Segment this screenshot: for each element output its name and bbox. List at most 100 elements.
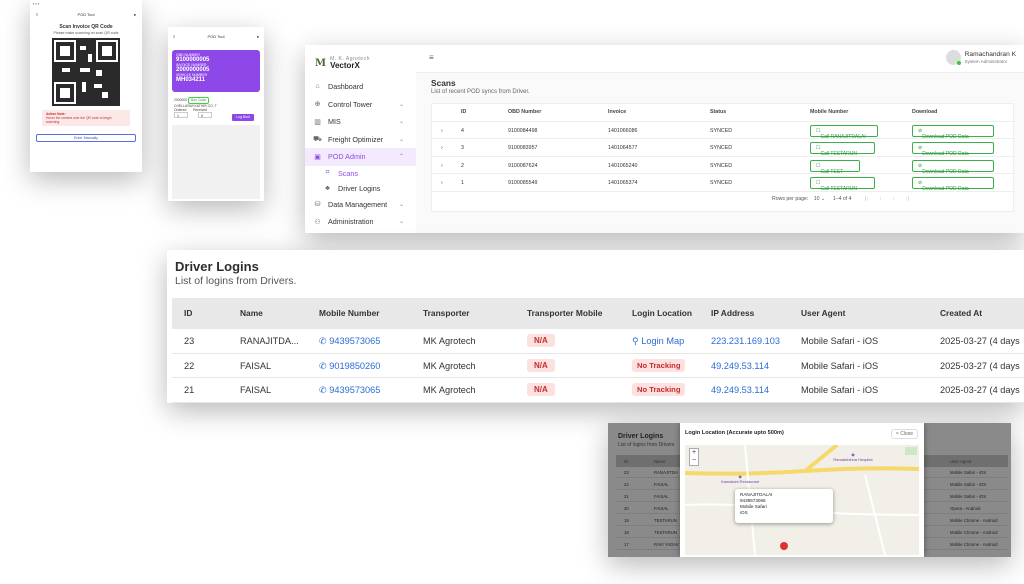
status-bar: ▪ ▪ ▪ <box>33 1 40 6</box>
poi-label: Kamakshi Restaurant <box>721 478 760 484</box>
sidebar-item-administration[interactable]: ⚇ Administration ⌄ <box>305 213 416 231</box>
cell-ip[interactable]: 49.249.53.114 <box>711 385 769 395</box>
sidebar-item-control-tower[interactable]: ⊕ Control Tower ⌄ <box>305 96 416 114</box>
sidebar-item-data-management[interactable]: ⛁ Data Management ⌄ <box>305 196 416 214</box>
call-button[interactable]: ☐ Call TEST <box>810 159 860 175</box>
menu-icon[interactable]: ≡ <box>173 34 175 39</box>
cell-ip[interactable]: 223.231.169.103 <box>711 336 780 346</box>
cell-transporter: MK Agrotech <box>423 360 476 371</box>
cell-agent: Mobile Safari - iOS <box>950 482 987 487</box>
phone-link[interactable]: ✆ 9439573065 <box>319 385 380 396</box>
expand-chevron-icon[interactable]: › <box>441 163 443 169</box>
cell-name: FAISAL <box>240 385 272 395</box>
location-pin-icon[interactable] <box>780 542 788 550</box>
column-header: Transporter <box>423 308 470 318</box>
table-row[interactable]: 21 FAISAL ✆ 9439573065 MK Agrotech N/A N… <box>172 378 1024 403</box>
menu-icon[interactable]: ≡ <box>36 12 38 17</box>
chevron-down-icon: ⌄ <box>398 119 404 126</box>
phone-link[interactable]: ✆ 9439573065 <box>319 336 380 347</box>
download-button[interactable]: ⊘ Download POD Data <box>912 124 994 140</box>
sidebar-item-pod-admin[interactable]: ▣ POD Admin ⌃ <box>305 148 416 166</box>
ordered-input[interactable]: 1 <box>174 112 188 118</box>
enter-manually-button[interactable]: Enter Manually <box>36 134 136 142</box>
sidebar-item-mis[interactable]: ▥ MIS ⌄ <box>305 113 416 131</box>
first-page-icon[interactable]: |‹ <box>865 196 868 202</box>
na-badge: N/A <box>527 383 555 396</box>
qr-camera-view[interactable] <box>52 38 120 106</box>
table-row[interactable]: 23 RANAJITDA... ✆ 9439573065 MK Agrotech… <box>172 329 1024 354</box>
popup-os: iOS <box>740 510 748 515</box>
sidebar-item-scans[interactable]: ⌗ Scans <box>305 166 416 181</box>
cell-status: SYNCED <box>710 127 733 134</box>
cell-name: TESTARUN <box>654 518 677 523</box>
app-name: POD Tool <box>207 33 225 39</box>
expand-chevron-icon[interactable]: › <box>441 180 443 186</box>
driver-logins-screenshot: Driver Logins List of logins from Driver… <box>167 250 1024 403</box>
expand-chevron-icon[interactable]: › <box>441 128 443 134</box>
chevron-down-icon: ⌄ <box>398 101 404 108</box>
next-page-icon[interactable]: › <box>893 196 895 202</box>
download-button[interactable]: ⊘ Download POD Data <box>912 159 994 175</box>
login-location-modal: Login Location (Accurate upto 500m) × Cl… <box>680 423 924 557</box>
map-view[interactable]: + − ◉ Kamakshi Restaurant ◉ Ramakrishna Hos… <box>685 445 919 555</box>
zoom-control[interactable]: + − <box>689 448 699 466</box>
download-button[interactable]: ⊘ Download POD Data <box>912 177 994 192</box>
last-page-icon[interactable]: ›| <box>906 196 909 202</box>
table-row[interactable]: › 4 9100084498 1401066086 SYNCED ☐ Call … <box>432 122 1015 140</box>
cell-name: FAISAL <box>654 494 669 499</box>
cell-agent: Mobile Safari - iOS <box>950 494 987 499</box>
sidebar-item-dashboard[interactable]: ⌂ Dashboard <box>305 78 416 96</box>
table-row[interactable]: 22 FAISAL ✆ 9019850260 MK Agrotech N/A N… <box>172 354 1024 378</box>
login-map-link[interactable]: ⚲ Login Map <box>632 336 684 347</box>
call-label: Call TESTARUN <box>820 186 857 192</box>
prev-page-icon[interactable]: ‹ <box>880 196 882 202</box>
item-id: 2000000 <box>174 98 188 102</box>
zoom-in-icon[interactable]: + <box>690 449 698 457</box>
pagination: Rows per page: 10 ⌄ 1–4 of 4 |‹ ‹ › ›| <box>772 196 909 202</box>
cell-status: SYNCED <box>710 145 733 151</box>
cell-transporter: MK Agrotech <box>423 336 476 346</box>
users-icon: ♣ <box>325 184 330 192</box>
chevron-up-icon: ⌃ <box>398 154 404 161</box>
scans-table: ID OBD Number Invoice Status Mobile Numb… <box>431 103 1015 212</box>
cell-status: SYNCED <box>710 162 733 169</box>
download-button[interactable]: ⊘ Download POD Data <box>912 142 994 157</box>
cell-agent: Mobile Chrome - Android <box>950 542 998 547</box>
received-input[interactable]: 0 <box>198 112 212 118</box>
close-button[interactable]: × Close <box>890 429 918 439</box>
cell-name: RANAJITDA... <box>240 336 299 346</box>
table-row[interactable]: › 2 9100087624 1401065240 SYNCED ☐ Call … <box>432 157 1015 175</box>
cell-status: SYNCED <box>710 180 733 186</box>
sidebar-item-label: Dashboard <box>328 82 364 92</box>
avatar <box>945 50 961 65</box>
user-role: System Administrator <box>964 59 1008 64</box>
avatar[interactable]: ● <box>257 34 259 39</box>
avatar[interactable]: ● <box>134 12 136 17</box>
log-bind-button[interactable]: Log Bind <box>232 114 254 121</box>
cell-agent: Mobile Chrome - Android <box>950 518 998 523</box>
cell-id: 22 <box>184 360 195 371</box>
table-row[interactable]: › 1 9100085549 1401065374 SYNCED ☐ Call … <box>432 174 1015 192</box>
call-button[interactable]: ☐ Call TESTARUN <box>810 177 875 192</box>
expand-chevron-icon[interactable]: › <box>441 145 443 151</box>
user-menu[interactable]: Ramachandran K System Administrator <box>945 50 1016 65</box>
cell-ip[interactable]: 49.249.53.114 <box>711 361 769 371</box>
cell-id: 4 <box>461 127 464 134</box>
cell-id: 23 <box>184 336 195 346</box>
column-header: Download <box>912 109 938 115</box>
tower-icon: ⊕ <box>314 101 321 109</box>
table-row[interactable]: › 3 9100083957 1401064577 SYNCED ☐ Call … <box>432 139 1015 157</box>
menu-icon[interactable]: ≡ <box>429 53 434 62</box>
page-title: Driver Logins <box>175 259 259 274</box>
brand-logo[interactable]: M M. K. Agrotech VectorX <box>315 56 370 70</box>
rows-per-page-select[interactable]: 10 <box>814 196 820 202</box>
sidebar-item-label: Administration <box>328 217 374 227</box>
login-map-label: Login Map <box>641 336 685 346</box>
zoom-out-icon[interactable]: − <box>690 457 698 465</box>
cell-obd: 9100087624 <box>508 162 538 169</box>
sidebar-item-driver-logins[interactable]: ♣ Driver Logins <box>305 181 416 196</box>
phone-link[interactable]: ✆ 9019850260 <box>319 361 380 372</box>
call-button[interactable]: ☐ Call TESTARUN <box>810 142 875 157</box>
call-button[interactable]: ☐ Call RANAJITDALAI <box>810 124 878 140</box>
sidebar-item-freight-optimizer[interactable]: ⛟ Freight Optimizer ⌄ <box>305 131 416 149</box>
